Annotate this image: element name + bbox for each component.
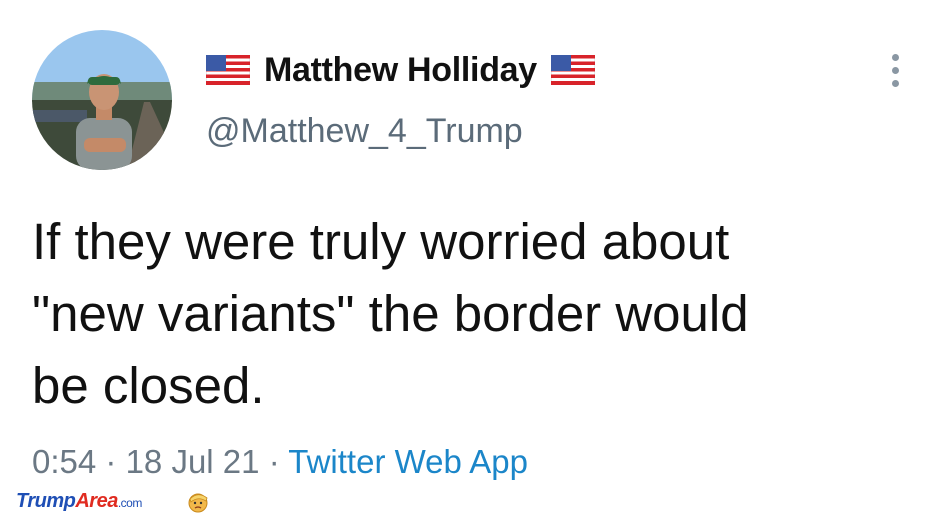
us-flag-icon — [550, 55, 595, 85]
author-name-row: Matthew Holliday — [206, 47, 595, 93]
meta-separator: · — [268, 443, 280, 480]
more-vertical-icon — [892, 54, 899, 61]
more-vertical-icon — [892, 80, 899, 87]
watermark-footer: TrumpArea.com — [0, 490, 940, 515]
logo-part-area: Area — [75, 490, 118, 512]
more-vertical-icon — [892, 67, 899, 74]
author-display-name[interactable]: Matthew Holliday — [264, 51, 537, 90]
tweet-text: If they were truly worried about "new va… — [32, 213, 749, 414]
avatar-photo — [32, 30, 172, 170]
us-flag-icon — [206, 55, 250, 85]
author-handle[interactable]: @Matthew_4_Trump — [206, 112, 523, 151]
meta-separator: · — [105, 443, 117, 480]
logo-suffix: .com — [117, 496, 143, 510]
tweet-date[interactable]: 18 Jul 21 — [126, 443, 260, 480]
tweet-source-link[interactable]: Twitter Web App — [288, 443, 528, 480]
logo-part-trump: Trump — [16, 490, 76, 512]
avatar[interactable] — [32, 30, 172, 170]
site-logo: TrumpArea.com — [16, 490, 142, 513]
tweet-time[interactable]: 0:54 — [32, 443, 96, 480]
tweet-card: Matthew Holliday @Matthew_4_Trump If the… — [0, 0, 940, 490]
tweet-meta: 0:54 · 18 Jul 21 · Twitter Web App — [32, 443, 528, 481]
more-options-button[interactable] — [880, 50, 910, 90]
mascot-face-icon — [188, 493, 208, 513]
